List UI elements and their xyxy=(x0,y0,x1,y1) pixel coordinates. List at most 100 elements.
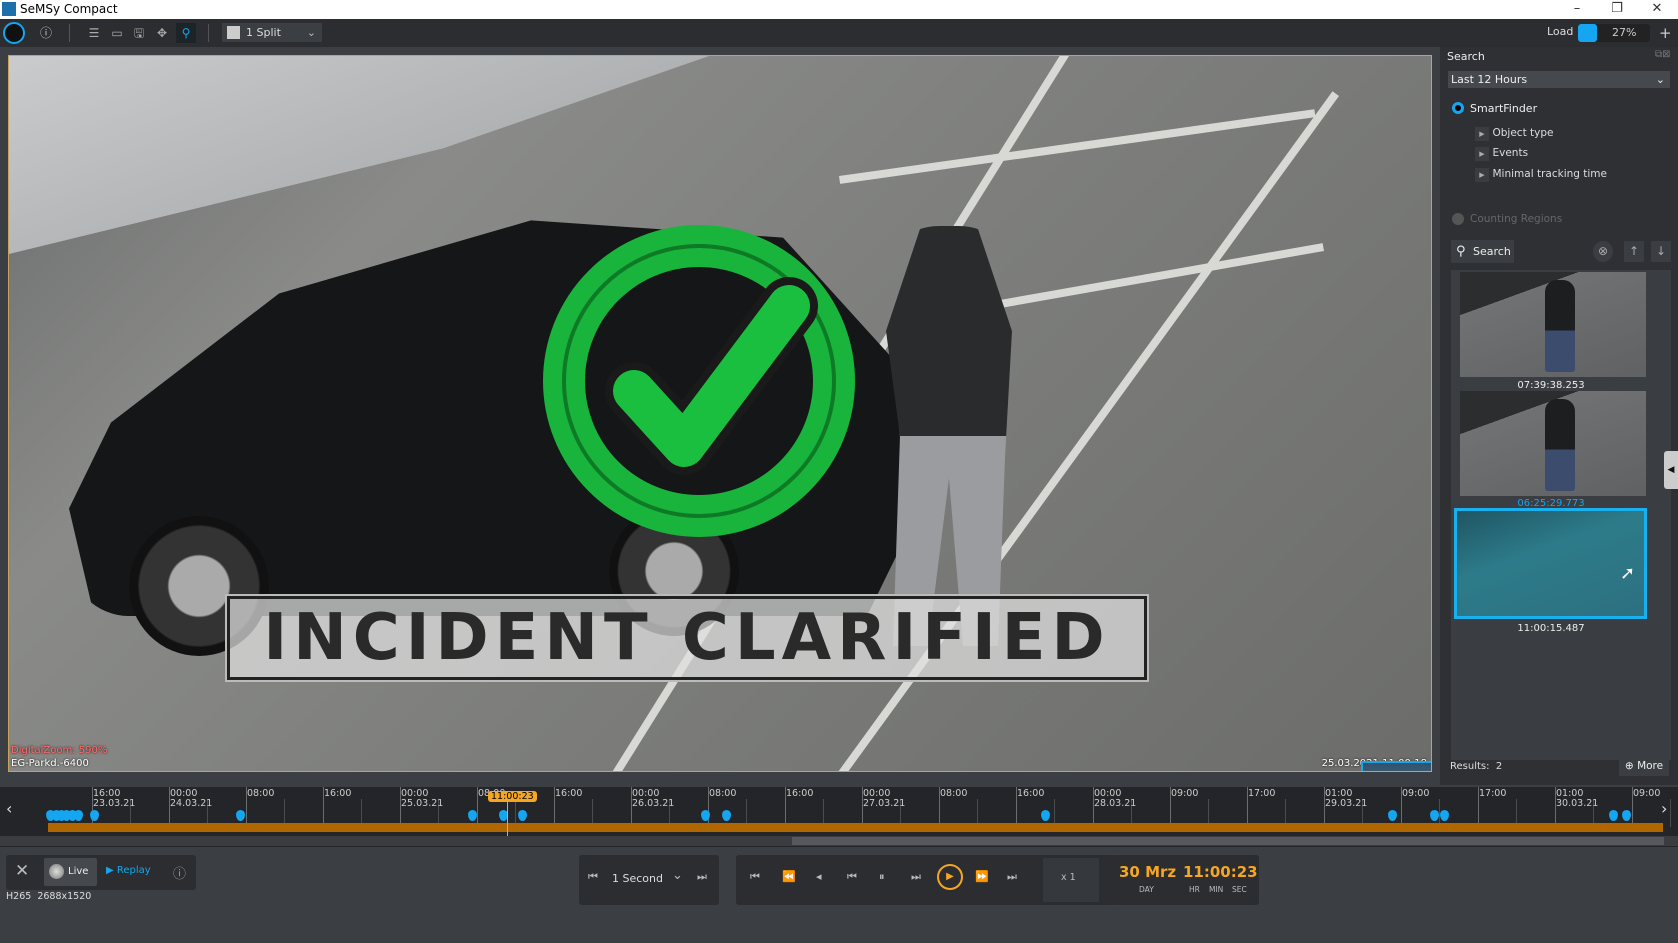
search-icon: ⚲ xyxy=(1456,244,1466,259)
skip-start-button[interactable]: ⏮ xyxy=(750,870,760,884)
smartfinder-radio[interactable] xyxy=(1452,102,1464,114)
ptz-icon[interactable]: ✥ xyxy=(152,23,172,43)
timeline[interactable]: 16:00 23.03.21 00:00 24.03.21 08:00 16:00 00:0… xyxy=(0,787,1678,847)
add-button[interactable]: + xyxy=(1659,24,1672,42)
event-marker-icon[interactable] xyxy=(1041,810,1050,821)
clear-button[interactable]: ⊗ xyxy=(1593,241,1613,262)
event-marker-icon[interactable] xyxy=(236,810,245,821)
result-thumbnail[interactable] xyxy=(1460,391,1646,496)
frame-back-button[interactable]: ◂ xyxy=(816,870,822,883)
timeline-current-time: 11:00:23 xyxy=(488,791,537,802)
counting-regions-radio[interactable] xyxy=(1452,213,1464,225)
more-button[interactable]: ⊕ More xyxy=(1619,756,1669,776)
split-label: 1 Split xyxy=(246,26,281,39)
save-icon[interactable]: 🖫 xyxy=(129,23,149,43)
counting-regions-label: Counting Regions xyxy=(1470,213,1563,225)
fast-forward-button[interactable]: ⏩ xyxy=(975,870,989,883)
logo-eye-icon[interactable] xyxy=(3,22,25,44)
recording-bar xyxy=(48,823,1663,832)
event-marker-icon[interactable] xyxy=(1622,810,1631,821)
search-icon[interactable]: ⚲ xyxy=(176,23,196,43)
timeline-tick-label: 16:00 23.03.21 xyxy=(93,788,136,809)
collapse-panel-handle[interactable]: ◀ xyxy=(1664,451,1678,489)
timeline-minor-tick xyxy=(1670,799,1671,827)
event-marker-icon[interactable] xyxy=(722,810,731,821)
scrollbar-thumb[interactable] xyxy=(792,837,1664,845)
restore-button[interactable]: ❐ xyxy=(1597,0,1637,19)
mode-panel xyxy=(6,855,196,890)
split-icon xyxy=(227,26,240,39)
filter-minimal-tracking-time[interactable]: ▶ Minimal tracking time xyxy=(1475,167,1607,182)
panel-float-close-icon[interactable]: ⧉⊠ xyxy=(1655,49,1671,60)
info-icon[interactable]: ⓘ xyxy=(36,23,56,43)
zoom-region[interactable] xyxy=(1371,771,1391,772)
current-day: 30 Mrz xyxy=(1119,863,1177,881)
previous-button[interactable]: ⏮ xyxy=(847,870,857,884)
step-back-icon[interactable]: ⏮ xyxy=(588,870,598,884)
timeline-next-button[interactable]: › xyxy=(1661,799,1667,818)
minimize-button[interactable]: – xyxy=(1557,0,1597,19)
more-label: More xyxy=(1637,760,1664,772)
timeline-tick-label: 09:00 xyxy=(1402,788,1430,799)
split-dropdown[interactable]: 1 Split ⌄ xyxy=(222,23,322,42)
event-marker-icon[interactable] xyxy=(468,810,477,821)
event-marker-icon[interactable] xyxy=(1430,810,1439,821)
close-icon[interactable]: ✕ xyxy=(15,861,29,881)
event-marker-icon[interactable] xyxy=(518,810,527,821)
time-range-value: Last 12 Hours xyxy=(1451,73,1528,86)
parking-line xyxy=(839,109,1316,184)
sequence-icon[interactable]: ▭ xyxy=(107,23,127,43)
chevron-down-icon[interactable]: ⌄ xyxy=(672,868,683,883)
sort-up-button[interactable]: ↑ xyxy=(1624,241,1644,262)
video-view[interactable]: INCIDENT CLARIFIED DigitalZoom: 590% EG-… xyxy=(8,55,1432,772)
close-button[interactable]: ✕ xyxy=(1637,0,1677,19)
minimap-thumbnail[interactable] xyxy=(1361,761,1431,772)
time-range-dropdown[interactable]: Last 12 Hours ⌄ xyxy=(1448,71,1670,88)
current-time: 11:00:23 xyxy=(1183,863,1258,881)
event-marker-icon[interactable] xyxy=(90,810,99,821)
divider xyxy=(69,24,70,42)
replay-label: Replay xyxy=(116,865,151,876)
next-button[interactable]: ⏭ xyxy=(911,870,921,884)
expand-icon: ▶ xyxy=(1475,168,1489,182)
play-button[interactable]: ▶ xyxy=(937,864,963,890)
sort-down-button[interactable]: ↓ xyxy=(1651,241,1671,262)
step-forward-icon[interactable]: ⏭ xyxy=(697,870,707,884)
results-count: Results: 2 xyxy=(1450,761,1502,772)
event-marker-icon[interactable] xyxy=(1609,810,1618,821)
filter-label: Events xyxy=(1492,147,1529,159)
timeline-tick-label: 16:00 xyxy=(555,788,583,799)
app-logo-icon xyxy=(2,2,16,16)
tree-icon[interactable]: ☰ xyxy=(84,23,104,43)
timeline-tick-label: 08:00 xyxy=(940,788,968,799)
info-icon[interactable]: ⓘ xyxy=(173,863,186,882)
expand-icon: ▶ xyxy=(1475,147,1489,161)
step-size-dropdown[interactable]: 1 Second xyxy=(612,872,663,885)
skip-end-button[interactable]: ⏭ xyxy=(1007,870,1017,884)
timeline-tick-label: 00:00 25.03.21 xyxy=(401,788,444,809)
event-marker-icon[interactable] xyxy=(1440,810,1449,821)
result-thumbnail-selected[interactable]: ➚ xyxy=(1454,508,1647,619)
timeline-scrollbar[interactable] xyxy=(0,836,1678,846)
timeline-tick-label: 00:00 26.03.21 xyxy=(632,788,675,809)
timeline-tick-label: 16:00 xyxy=(1017,788,1045,799)
pause-button[interactable]: ⏸ xyxy=(879,870,885,884)
live-button[interactable]: Live xyxy=(44,858,97,886)
result-thumbnail[interactable] xyxy=(1460,272,1646,377)
toolbar: ⓘ ☰ ▭ 🖫 ✥ ⚲ 1 Split ⌄ xyxy=(0,19,1678,47)
timeline-tick-label: 01:00 30.03.21 xyxy=(1556,788,1599,809)
filter-object-type[interactable]: ▶ Object type xyxy=(1475,126,1554,141)
live-label: Live xyxy=(68,866,89,877)
filter-events[interactable]: ▶ Events xyxy=(1475,146,1528,161)
replay-button[interactable]: ▶ Replay xyxy=(106,865,151,876)
result-time: 07:39:38.253 xyxy=(1517,380,1585,391)
person xyxy=(1545,280,1575,372)
speed-button[interactable]: x 1 xyxy=(1043,858,1099,902)
event-marker-icon[interactable] xyxy=(74,810,83,821)
event-marker-icon[interactable] xyxy=(1388,810,1397,821)
fast-rewind-button[interactable]: ⏪ xyxy=(782,870,796,883)
smartfinder-label: SmartFinder xyxy=(1470,102,1538,115)
timeline-prev-button[interactable]: ‹ xyxy=(6,799,12,818)
sec-label: SEC xyxy=(1232,885,1247,894)
search-button[interactable]: ⚲ Search xyxy=(1451,240,1514,263)
